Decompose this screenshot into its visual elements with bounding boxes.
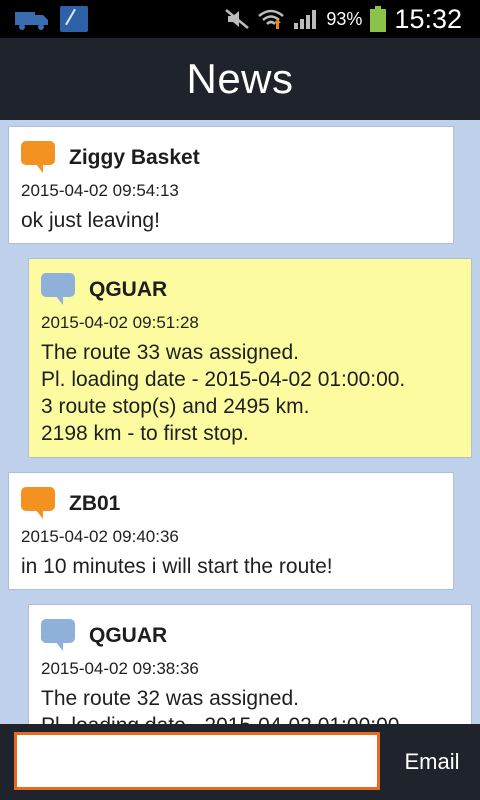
- wifi-icon: [258, 9, 285, 29]
- orange-chat-bubble-icon: [21, 487, 55, 521]
- news-item-header: QGUAR: [41, 273, 459, 307]
- news-item-header: ZB01: [21, 487, 441, 521]
- email-button[interactable]: Email: [384, 724, 480, 800]
- app-icon: [60, 6, 88, 32]
- orange-chat-bubble-icon: [21, 141, 55, 175]
- news-item-header: Ziggy Basket: [21, 141, 441, 175]
- sender-name: QGUAR: [89, 278, 168, 301]
- message-timestamp: 2015-04-02 09:54:13: [21, 181, 179, 200]
- page-title: News: [186, 55, 294, 102]
- message-timestamp: 2015-04-02 09:38:36: [41, 659, 199, 678]
- clock: 15:32: [394, 3, 462, 34]
- news-item[interactable]: QGUAR 2015-04-02 09:51:28 The route 33 w…: [28, 258, 472, 458]
- truck-icon: [15, 12, 48, 30]
- blue-chat-bubble-icon: [41, 619, 75, 653]
- message-timestamp: 2015-04-02 09:51:28: [41, 313, 199, 332]
- status-bar: 93% 15:32: [0, 0, 480, 38]
- news-item[interactable]: ZB01 2015-04-02 09:40:36 in 10 minutes i…: [8, 472, 454, 590]
- message-input[interactable]: [17, 735, 377, 787]
- message-input-frame[interactable]: [14, 732, 380, 790]
- battery-percent: 93%: [326, 8, 363, 29]
- sender-name: QGUAR: [89, 624, 168, 647]
- message-text: in 10 minutes i will start the route!: [21, 555, 333, 578]
- message-text: The route 33 was assigned. Pl. loading d…: [41, 341, 406, 445]
- composer-bar: Email: [0, 724, 480, 800]
- message-timestamp: 2015-04-02 09:40:36: [21, 527, 179, 546]
- signal-icon: [294, 10, 317, 29]
- system-icons: 93% 15:32: [224, 0, 462, 38]
- mute-icon: [225, 9, 250, 29]
- message-text: The route 32 was assigned. Pl. loading d…: [41, 687, 405, 724]
- app-header: News: [0, 38, 480, 120]
- news-item-header: QGUAR: [41, 619, 459, 653]
- message-text: ok just leaving!: [21, 209, 160, 232]
- news-item[interactable]: Ziggy Basket 2015-04-02 09:54:13 ok just…: [8, 126, 454, 244]
- news-list[interactable]: Ziggy Basket 2015-04-02 09:54:13 ok just…: [0, 120, 480, 724]
- news-item[interactable]: QGUAR 2015-04-02 09:38:36 The route 32 w…: [28, 604, 472, 724]
- sender-name: ZB01: [69, 492, 121, 515]
- sender-name: Ziggy Basket: [69, 146, 200, 169]
- notification-icons: [14, 6, 88, 32]
- blue-chat-bubble-icon: [41, 273, 75, 307]
- battery-icon: [370, 6, 387, 32]
